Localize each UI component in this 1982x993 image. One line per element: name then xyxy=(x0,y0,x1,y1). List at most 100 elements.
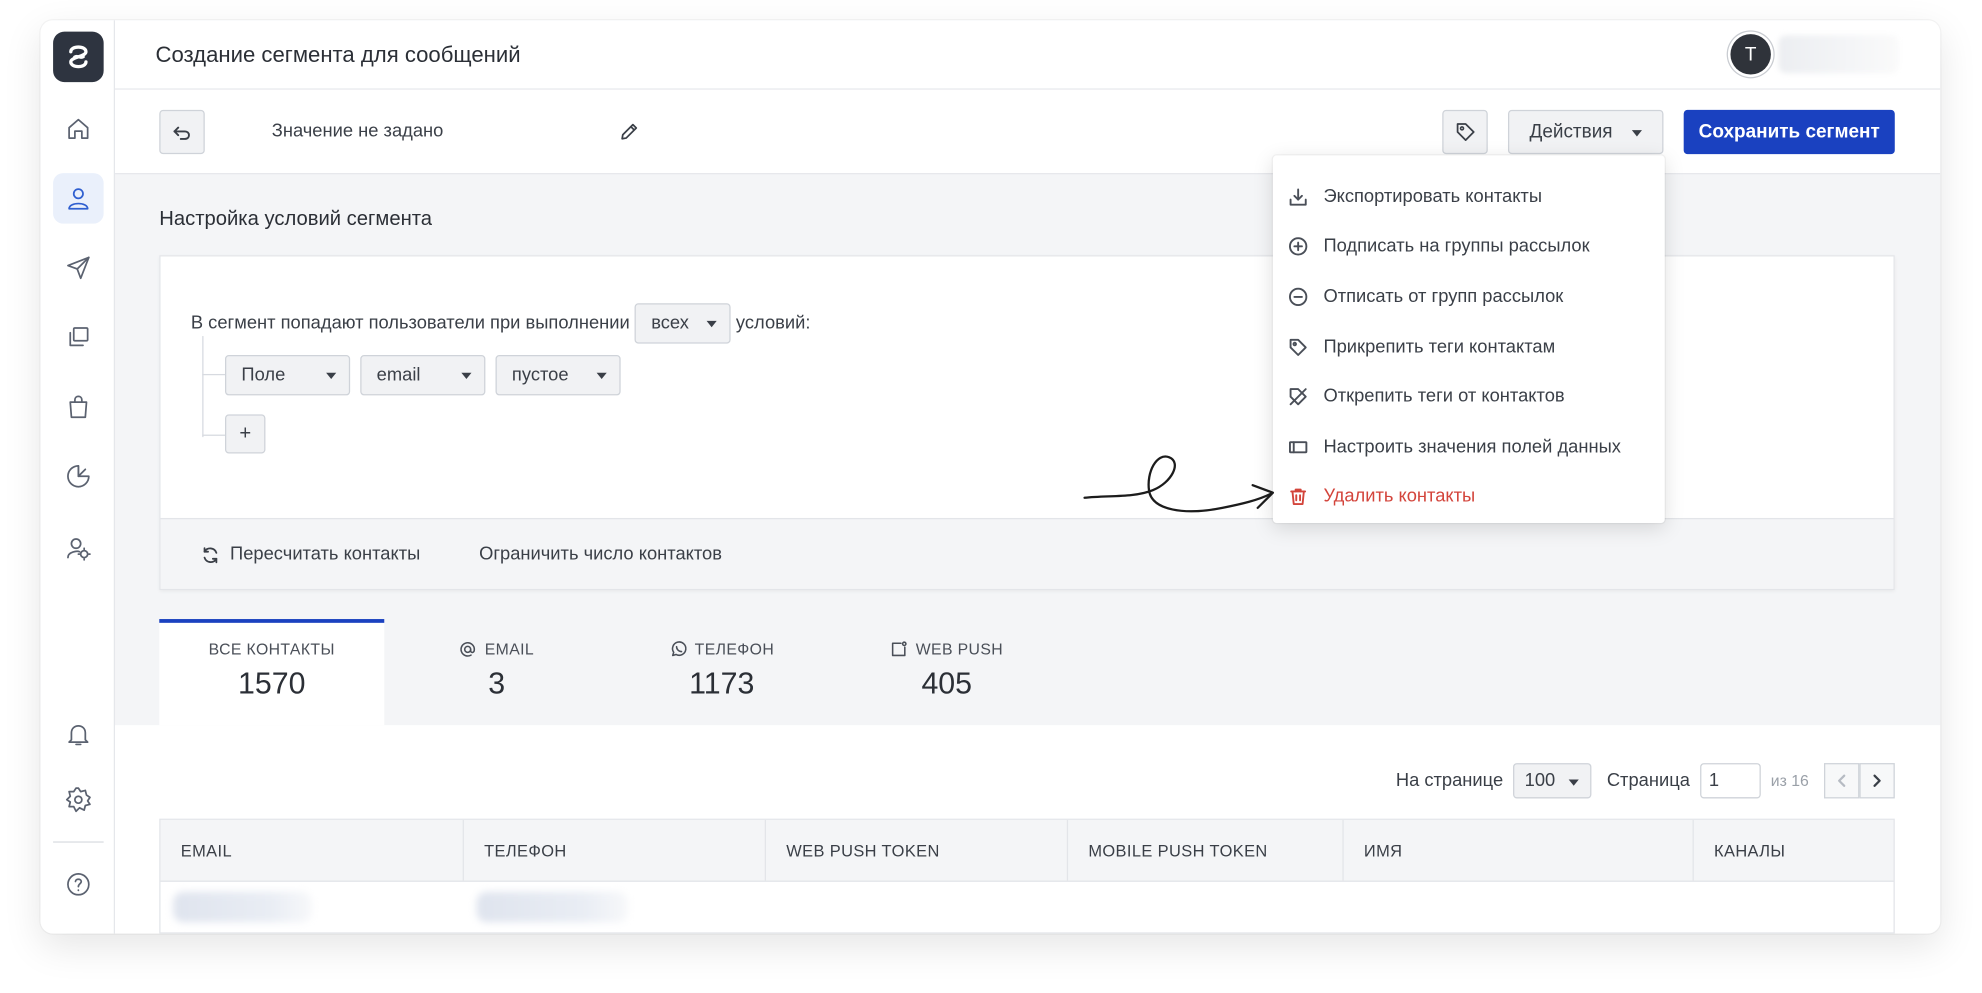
menu-item-label: Экспортировать контакты xyxy=(1323,186,1543,207)
sidebar-item-help[interactable] xyxy=(53,859,104,910)
limit-contacts-button[interactable]: Ограничить число контактов xyxy=(479,545,722,565)
redacted-value xyxy=(476,891,629,923)
contacts-icon xyxy=(68,188,89,210)
sidebar-item-shop[interactable] xyxy=(53,382,104,433)
column-header-name[interactable]: ИМЯ xyxy=(1344,819,1694,881)
card-footer: Пересчитать контакты Ограничить число ко… xyxy=(160,517,1894,589)
avatar[interactable]: T xyxy=(1730,34,1771,75)
user-name-redacted[interactable] xyxy=(1778,35,1899,74)
chevron-down-icon xyxy=(461,372,472,380)
chevron-down-icon xyxy=(706,320,717,328)
column-header-mobile-push-token[interactable]: MOBILE PUSH TOKEN xyxy=(1068,819,1344,881)
menu-item-label: Подписать на группы рассылок xyxy=(1323,236,1590,257)
page-number-input[interactable] xyxy=(1700,763,1761,799)
column-header-channels[interactable]: КАНАЛЫ xyxy=(1694,820,1894,881)
sidebar-item-contacts[interactable] xyxy=(53,173,104,224)
condition-field-value: email xyxy=(376,365,421,386)
actions-dropdown-button[interactable]: Действия xyxy=(1507,109,1664,155)
table-cell xyxy=(161,882,464,933)
condition-type-value: Поле xyxy=(241,365,286,386)
back-button[interactable] xyxy=(159,109,205,155)
save-segment-button[interactable]: Сохранить сегмент xyxy=(1683,109,1895,155)
chevron-down-icon xyxy=(1568,779,1580,786)
shop-icon xyxy=(69,395,88,419)
actions-menu: Экспортировать контакты Подписать на гру… xyxy=(1272,155,1665,524)
sidebar-item-templates[interactable] xyxy=(53,312,104,363)
add-condition-button[interactable]: + xyxy=(224,414,266,454)
next-page-button[interactable] xyxy=(1859,763,1895,799)
recalculate-label: Пересчитать контакты xyxy=(230,544,421,565)
tab-count: 405 xyxy=(921,667,973,702)
bell-icon xyxy=(68,725,89,746)
tab-count: 1173 xyxy=(689,667,755,702)
chevron-left-icon xyxy=(1838,774,1846,787)
edit-pencil-icon[interactable] xyxy=(618,121,639,142)
tab-label: ТЕЛЕФОН xyxy=(694,640,775,659)
sidebar-item-settings[interactable] xyxy=(53,774,104,825)
match-mode-select[interactable]: всех xyxy=(634,303,731,344)
logo-icon xyxy=(69,45,88,69)
segment-name[interactable]: Значение не задано xyxy=(272,121,444,141)
refresh-icon xyxy=(203,546,218,563)
trash-icon xyxy=(1290,489,1307,506)
menu-item-delete-contacts[interactable]: Удалить контакты xyxy=(1273,472,1665,522)
tab-label: EMAIL xyxy=(484,640,535,659)
tab-web-push[interactable]: WEB PUSH 405 xyxy=(834,619,1059,725)
header: Создание сегмента для сообщений T xyxy=(115,20,1941,90)
tree-branch xyxy=(202,373,225,376)
page-total: из 16 xyxy=(1770,771,1809,790)
column-header-phone[interactable]: ТЕЛЕФОН xyxy=(464,819,767,881)
tag-icon xyxy=(1289,338,1307,356)
tab-phone[interactable]: ТЕЛЕФОН 1173 xyxy=(609,619,834,725)
menu-item-subscribe[interactable]: Подписать на группы рассылок xyxy=(1273,222,1665,272)
app-logo[interactable] xyxy=(53,31,104,83)
minus-circle-icon xyxy=(1288,287,1308,307)
undo-arrow-icon xyxy=(173,126,190,140)
tab-label: ВСЕ КОНТАКТЫ xyxy=(208,640,335,659)
sidebar-item-campaigns[interactable] xyxy=(53,243,104,294)
condition-operator-value: пустое xyxy=(511,365,569,386)
contacts-table-area: На странице 100 Страница из 16 EMAIL ТЕЛ… xyxy=(115,725,1941,934)
per-page-select[interactable]: 100 xyxy=(1513,763,1592,799)
page-title: Создание сегмента для сообщений xyxy=(155,41,521,67)
menu-item-label: Настроить значения полей данных xyxy=(1323,436,1621,458)
menu-item-export[interactable]: Экспортировать контакты xyxy=(1273,172,1665,222)
sidebar-divider xyxy=(53,841,104,843)
sidebar-item-analytics[interactable] xyxy=(53,451,104,502)
condition-type-select[interactable]: Поле xyxy=(224,355,351,396)
app-window: Создание сегмента для сообщений T Значен… xyxy=(40,20,1941,934)
page-label: Страница xyxy=(1606,770,1690,791)
tab-all-contacts[interactable]: ВСЕ КОНТАКТЫ 1570 xyxy=(159,619,385,726)
tab-email[interactable]: EMAIL 3 xyxy=(384,619,609,725)
menu-item-unsubscribe[interactable]: Отписать от групп рассылок xyxy=(1273,272,1665,322)
tag-button[interactable] xyxy=(1442,109,1488,155)
condition-operator-select[interactable]: пустое xyxy=(495,355,621,396)
plus-circle-icon xyxy=(1288,237,1308,257)
contacts-table: EMAIL ТЕЛЕФОН WEB PUSH TOKEN MOBILE PUSH… xyxy=(159,818,1895,934)
send-icon xyxy=(67,256,90,280)
sidebar-item-user-settings[interactable] xyxy=(53,523,104,574)
table-row[interactable] xyxy=(161,882,1894,933)
menu-item-field-values[interactable]: Настроить значения полей данных xyxy=(1273,422,1665,472)
condition-field-select[interactable]: email xyxy=(360,355,486,396)
menu-item-detach-tags[interactable]: Открепить теги от контактов xyxy=(1273,372,1665,422)
menu-item-label: Открепить теги от контактов xyxy=(1323,386,1565,408)
sidebar-item-home[interactable] xyxy=(53,104,104,155)
redacted-value xyxy=(173,891,313,923)
prev-page-button[interactable] xyxy=(1823,763,1860,799)
menu-item-attach-tags[interactable]: Прикрепить теги контактам xyxy=(1273,322,1665,372)
rule-line: В сегмент попадают пользователи при выпо… xyxy=(191,303,810,344)
analytics-icon xyxy=(67,464,90,488)
actions-label: Действия xyxy=(1529,121,1613,143)
webpush-icon xyxy=(892,641,908,657)
table-cell xyxy=(464,882,766,933)
at-icon xyxy=(460,641,476,657)
recalculate-contacts-button[interactable]: Пересчитать контакты xyxy=(201,545,420,565)
per-page-value: 100 xyxy=(1524,770,1556,791)
table-header: EMAIL ТЕЛЕФОН WEB PUSH TOKEN MOBILE PUSH… xyxy=(160,819,1894,882)
column-header-email[interactable]: EMAIL xyxy=(161,819,464,881)
annotation-arrow-icon xyxy=(1083,455,1275,513)
whatsapp-icon xyxy=(671,641,686,657)
column-header-web-push-token[interactable]: WEB PUSH TOKEN xyxy=(766,819,1069,881)
sidebar-item-notifications[interactable] xyxy=(53,709,104,760)
